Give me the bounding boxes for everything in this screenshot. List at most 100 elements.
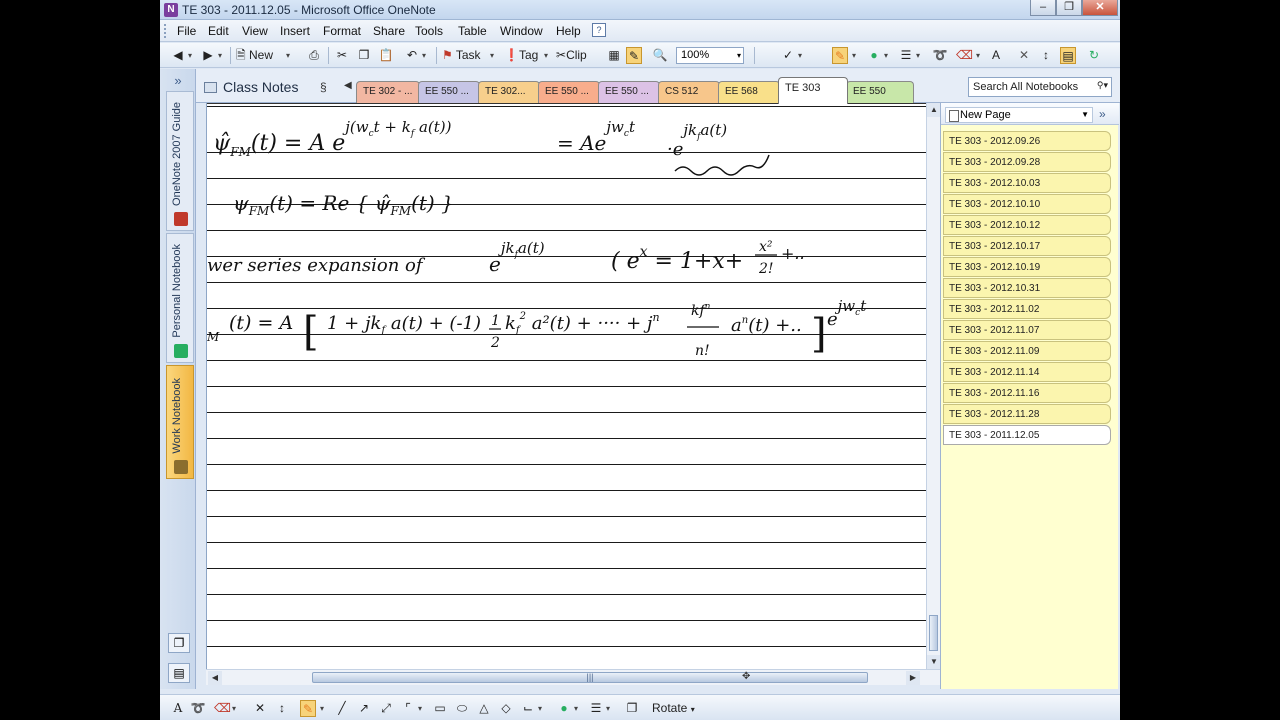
table-icon[interactable]: ▦ <box>606 47 622 64</box>
section-menu-icon[interactable]: § <box>320 80 327 94</box>
menu-view[interactable]: View <box>242 24 268 38</box>
note-page[interactable]: ψ̂FM(t) = A ej(wct + kf a(t)) = Aejwct ·… <box>206 103 926 669</box>
page-tab[interactable]: TE 303 - 2012.11.02 <box>943 299 1111 319</box>
diamond-icon[interactable]: ◇ <box>498 700 514 717</box>
pen-dropdown-icon[interactable]: ▾ <box>320 700 328 717</box>
section-tab[interactable]: EE 550 ... <box>538 81 600 103</box>
tag-button[interactable]: ❗Tag <box>504 47 538 64</box>
page-tab[interactable]: TE 303 - 2012.09.28 <box>943 152 1111 172</box>
maximize-button[interactable]: ❐ <box>1056 0 1082 16</box>
expand-page-list-icon[interactable]: » <box>1099 107 1106 121</box>
scroll-left-icon[interactable]: ◀ <box>208 671 222 685</box>
section-tab[interactable]: EE 550 <box>846 81 914 103</box>
scroll-right-icon[interactable]: ▶ <box>906 671 920 685</box>
color-icon[interactable]: ● <box>866 47 882 64</box>
horizontal-scroll-thumb[interactable]: ||| <box>312 672 868 683</box>
delete-icon[interactable]: ✕ <box>1016 47 1032 64</box>
search-all-notebooks-input[interactable]: Search All Notebooks ⚲▾ <box>968 77 1112 97</box>
page-tab[interactable]: TE 303 - 2012.11.28 <box>943 404 1111 424</box>
undo-icon[interactable]: ↶ <box>404 47 420 64</box>
page-tab[interactable]: TE 303 - 2012.09.26 <box>943 131 1111 151</box>
section-tab[interactable]: EE 550 ... <box>418 81 480 103</box>
vertical-scrollbar[interactable]: ▲ ▼ <box>926 103 941 669</box>
menu-format[interactable]: Format <box>323 24 361 38</box>
menu-edit[interactable]: Edit <box>208 24 229 38</box>
page-tab[interactable]: TE 303 - 2012.11.09 <box>943 341 1111 361</box>
scroll-tabs-left-icon[interactable]: ◀ <box>344 80 352 91</box>
color-dropdown-icon[interactable]: ▾ <box>574 700 582 717</box>
page-tab[interactable]: TE 303 - 2012.11.14 <box>943 362 1111 382</box>
collapse-navigation-icon[interactable]: » <box>160 73 196 88</box>
menu-share[interactable]: Share <box>373 24 405 38</box>
copy-icon[interactable]: ❐ <box>356 47 372 64</box>
zoom-icon[interactable]: 🔍 <box>652 47 668 64</box>
horizontal-scrollbar[interactable]: ◀ ||| ✥ ▶ <box>206 669 940 685</box>
scroll-center-icon[interactable]: ✥ <box>742 671 750 682</box>
menu-window[interactable]: Window <box>500 24 543 38</box>
undo-dropdown-icon[interactable]: ▾ <box>422 47 430 64</box>
graph-dropdown-icon[interactable]: ▾ <box>538 700 546 717</box>
search-icon[interactable]: ⚲▾ <box>1097 80 1108 91</box>
section-tab[interactable]: TE 302... <box>478 81 540 103</box>
section-tab[interactable]: CS 512 <box>658 81 720 103</box>
axis-dropdown-icon[interactable]: ▾ <box>418 700 426 717</box>
line-icon[interactable]: ╱ <box>334 700 350 717</box>
notebook-tab-work[interactable]: Work Notebook <box>166 365 194 479</box>
text-mode-icon[interactable]: A <box>170 700 186 717</box>
paste-icon[interactable]: 📋 <box>378 47 394 64</box>
line-weight-icon[interactable]: ☰ <box>898 47 914 64</box>
line-weight-dropdown-icon[interactable]: ▾ <box>916 47 924 64</box>
new-page-dropdown-icon[interactable]: ▼ <box>1081 108 1089 122</box>
close-button[interactable]: ✕ <box>1082 0 1118 16</box>
unfiled-notes-icon[interactable]: ▤ <box>168 663 190 683</box>
new-dropdown-icon[interactable]: ▾ <box>286 47 294 64</box>
eraser-dropdown-icon[interactable]: ▾ <box>976 47 984 64</box>
task-dropdown-icon[interactable]: ▾ <box>490 47 498 64</box>
triangle-icon[interactable]: △ <box>476 700 492 717</box>
delete-icon[interactable]: ✕ <box>252 700 268 717</box>
page-tab[interactable]: TE 303 - 2012.11.07 <box>943 320 1111 340</box>
vertical-scroll-thumb[interactable] <box>929 615 938 651</box>
arrow-icon[interactable]: ↗ <box>356 700 372 717</box>
section-tab[interactable]: EE 550 ... <box>598 81 660 103</box>
page-tab[interactable]: TE 303 - 2012.10.10 <box>943 194 1111 214</box>
sync-icon[interactable]: ↻ <box>1086 47 1102 64</box>
menu-table[interactable]: Table <box>458 24 487 38</box>
lasso-icon[interactable]: ➰ <box>932 47 948 64</box>
oval-icon[interactable]: ⬭ <box>454 700 470 717</box>
pen-icon[interactable]: ✎ <box>832 47 848 64</box>
page-tab[interactable]: TE 303 - 2012.10.31 <box>943 278 1111 298</box>
help-icon[interactable]: ? <box>592 23 606 37</box>
notebook-title[interactable]: Class Notes <box>204 79 298 95</box>
rotate-button[interactable]: Rotate ▾ <box>652 700 695 717</box>
zoom-select[interactable]: 100% ▾ <box>676 47 744 64</box>
double-arrow-icon[interactable]: ⤢ <box>378 700 394 717</box>
back-dropdown-icon[interactable]: ▾ <box>188 47 196 64</box>
page-tab[interactable]: TE 303 - 2012.10.03 <box>943 173 1111 193</box>
axis-icon[interactable]: ⌜ <box>400 700 416 717</box>
notebook-tab-onenote-guide[interactable]: OneNote 2007 Guide <box>166 91 194 231</box>
lasso-icon[interactable]: ➰ <box>190 700 206 717</box>
pen-dropdown-icon[interactable]: ▾ <box>852 47 860 64</box>
color-icon[interactable]: ● <box>556 700 572 717</box>
page-tab[interactable]: TE 303 - 2012.11.16 <box>943 383 1111 403</box>
insert-space-icon[interactable]: ↕ <box>274 700 290 717</box>
forward-icon[interactable]: ▶ <box>200 47 216 64</box>
graph-icon[interactable]: ⌙ <box>520 700 536 717</box>
line-weight-icon[interactable]: ☰ <box>588 700 604 717</box>
task-button[interactable]: ⚑ Task <box>442 47 481 64</box>
all-notebooks-icon[interactable]: ❐ <box>168 633 190 653</box>
eraser-icon[interactable]: ⌫ <box>214 700 231 717</box>
insert-space-icon[interactable]: ↕ <box>1038 47 1054 64</box>
page-icon[interactable]: ▤ <box>1060 47 1076 64</box>
print-icon[interactable]: ⎙ <box>306 47 322 64</box>
pen-mode-icon[interactable]: ✎ <box>626 47 642 64</box>
minimize-button[interactable]: – <box>1030 0 1056 16</box>
spelling-dropdown-icon[interactable]: ▾ <box>798 47 806 64</box>
page-tab[interactable]: TE 303 - 2012.10.17 <box>943 236 1111 256</box>
menu-file[interactable]: File <box>177 24 196 38</box>
section-tab-active[interactable]: TE 303 <box>778 77 848 104</box>
onenote-app-icon[interactable]: N <box>164 3 178 17</box>
scroll-up-icon[interactable]: ▲ <box>927 103 941 117</box>
menu-help[interactable]: Help <box>556 24 581 38</box>
